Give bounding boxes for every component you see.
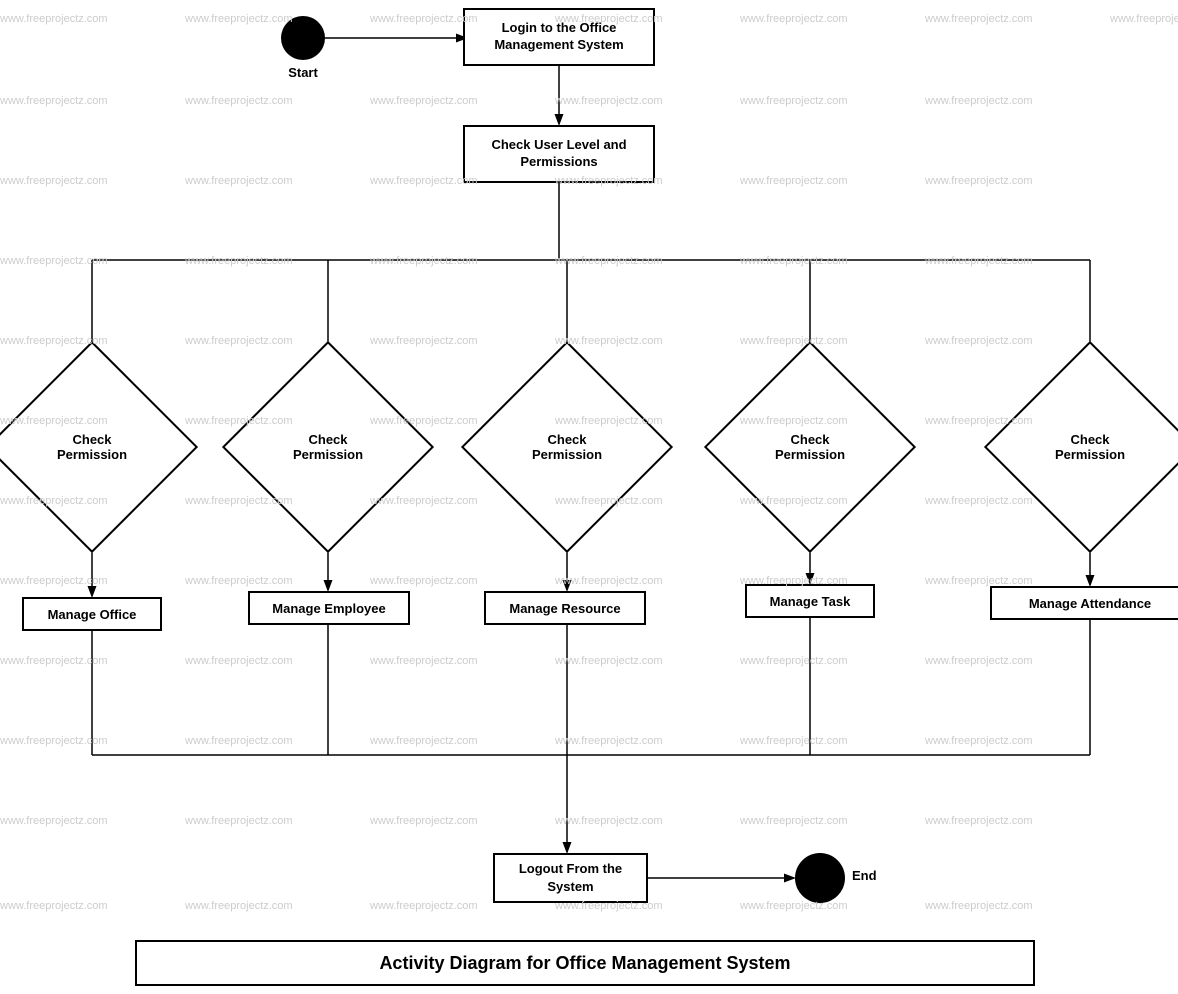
check-permission-diamond-1: CheckPermission (17, 372, 167, 522)
diagram-container: www.freeprojectz.com www.freeprojectz.co… (0, 0, 1178, 994)
bottom-title-box: Activity Diagram for Office Management S… (135, 940, 1035, 986)
check-permission-diamond-2: CheckPermission (253, 372, 403, 522)
manage-attendance-box: Manage Attendance (990, 586, 1178, 620)
start-label: Start (281, 65, 325, 80)
logout-box: Logout From theSystem (493, 853, 648, 903)
start-circle (281, 16, 325, 60)
manage-task-box: Manage Task (745, 584, 875, 618)
manage-office-box: Manage Office (22, 597, 162, 631)
check-permission-diamond-4: CheckPermission (735, 372, 885, 522)
manage-employee-box: Manage Employee (248, 591, 410, 625)
check-permission-diamond-3: CheckPermission (492, 372, 642, 522)
login-box: Login to the OfficeManagement System (463, 8, 655, 66)
end-circle (795, 853, 845, 903)
end-label: End (852, 868, 877, 883)
manage-resource-box: Manage Resource (484, 591, 646, 625)
check-permission-diamond-5: CheckPermission (1015, 372, 1165, 522)
check-user-level-box: Check User Level andPermissions (463, 125, 655, 183)
